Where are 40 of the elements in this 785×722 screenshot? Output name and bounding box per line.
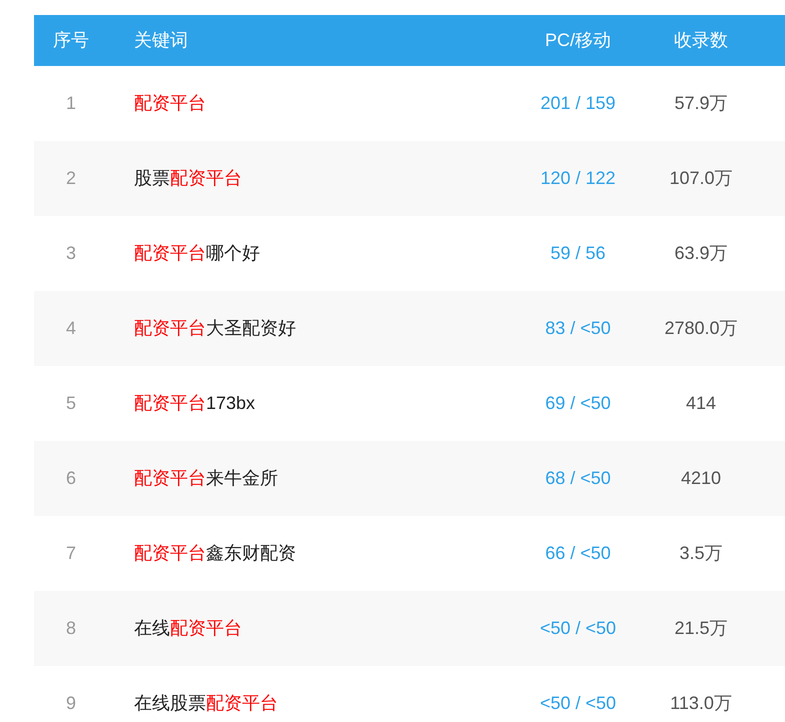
table-cell-text: 83 / <50 — [545, 317, 611, 340]
table-cell-text: 69 / <50 — [545, 392, 611, 415]
keyword-link[interactable]: 配资平台来牛金所 — [134, 465, 278, 492]
keyword-link[interactable]: 配资平台173bx — [134, 390, 256, 417]
table-cell-text: 66 / <50 — [545, 542, 611, 565]
table-cell-text: 2 — [66, 167, 76, 190]
table-cell-text: 3.5万 — [679, 542, 723, 565]
table-cell-text: <50 / <50 — [540, 692, 616, 715]
table-cell-text: 120 / 122 — [540, 167, 616, 190]
table-cell-text: 68 / <50 — [545, 467, 611, 490]
table-cell-text: 113.0万 — [670, 692, 732, 715]
table-cell-text: 4 — [66, 317, 76, 340]
keyword-link[interactable]: 在线配资平台 — [134, 615, 242, 642]
table-cell-text: 2780.0万 — [664, 317, 738, 340]
table-cell-text: 201 / 159 — [540, 92, 616, 115]
column-header: 序号 — [53, 29, 89, 52]
keyword-link[interactable]: 股票配资平台 — [134, 165, 242, 192]
column-header: 收录数 — [674, 29, 728, 52]
table-cell-text: 59 / 56 — [550, 242, 606, 265]
table-cell-text: 57.9万 — [674, 92, 728, 115]
keyword-link[interactable]: 配资平台 — [134, 90, 206, 117]
table-cell-text: 8 — [66, 617, 76, 640]
table-cell-text: 414 — [686, 392, 716, 415]
table-cell-text: 9 — [66, 692, 76, 715]
table-cell-text: 7 — [66, 542, 76, 565]
table-cell-text: 3 — [66, 242, 76, 265]
column-header: 关键词 — [133, 29, 188, 52]
table-cell-text: 1 — [66, 92, 76, 115]
table-cell-text: 107.0万 — [669, 167, 733, 190]
table-cell-text: <50 / <50 — [540, 617, 616, 640]
keyword-link[interactable]: 配资平台大圣配资好 — [134, 315, 296, 342]
table-cell-text: 63.9万 — [674, 242, 728, 265]
table-cell-text: 5 — [66, 392, 76, 415]
keyword-link[interactable]: 在线股票配资平台 — [134, 690, 278, 717]
table-cell-text: 4210 — [680, 467, 722, 490]
keyword-link[interactable]: 配资平台鑫东财配资 — [134, 540, 296, 567]
table-cell-text: 6 — [66, 467, 76, 490]
table-cell-text: 21.5万 — [674, 617, 728, 640]
keyword-link[interactable]: 配资平台哪个好 — [134, 240, 260, 267]
column-header: PC/移动 — [544, 29, 611, 52]
